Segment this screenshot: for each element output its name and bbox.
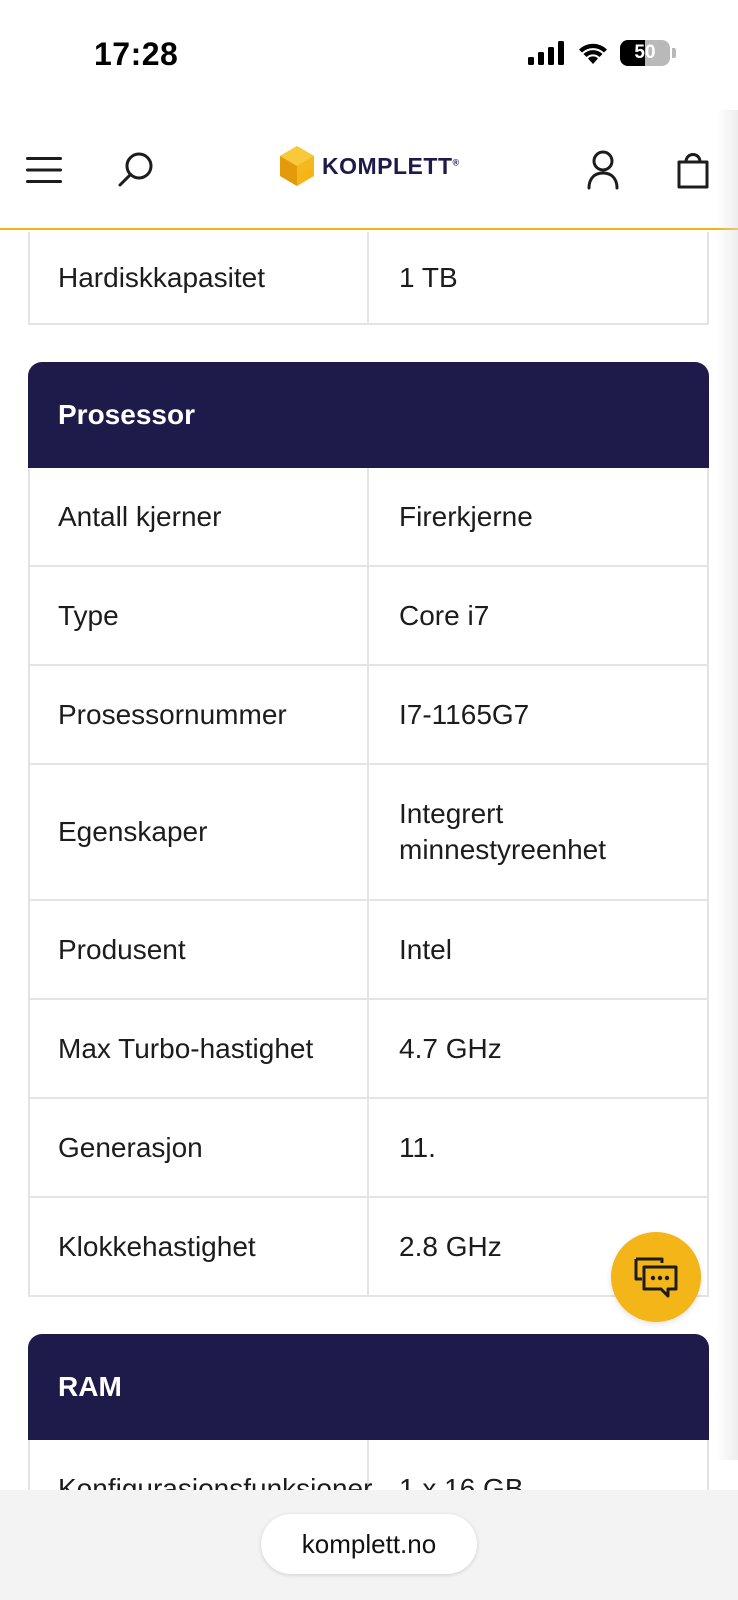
spec-value: Intel: [399, 933, 452, 965]
spec-value: Firerkjerne: [399, 500, 533, 532]
account-button[interactable]: [573, 140, 633, 200]
komplett-logo-mark: [280, 146, 314, 186]
shopping-bag-icon: [677, 153, 709, 189]
wifi-icon: [579, 43, 607, 64]
search-button[interactable]: [106, 140, 166, 200]
status-time: 17:28: [94, 36, 179, 72]
spec-label: Generasjon: [30, 1099, 369, 1196]
search-icon: [118, 152, 153, 187]
cellular-signal-icon: [528, 41, 564, 65]
battery-tip: [672, 48, 676, 58]
spec-label: Type: [30, 567, 369, 664]
spec-label: Antall kjerner: [30, 468, 369, 565]
spec-value: I7-1165G7: [399, 698, 530, 730]
user-icon: [587, 150, 619, 190]
spec-label: Klokkehastighet: [30, 1198, 369, 1295]
spec-label: Max Turbo-hastighet: [30, 1000, 369, 1097]
spec-value: 4.7 GHz: [399, 1032, 502, 1064]
spec-row: Klokkehastighet 2.8 GHz: [28, 1198, 709, 1297]
spec-row: Produsent Intel: [28, 901, 709, 1000]
spec-label: Egenskaper: [30, 765, 369, 899]
battery-indicator: 50: [620, 40, 670, 66]
spec-row: Egenskaper Integrert minnestyreenhet: [28, 765, 709, 901]
spec-label: Hardiskkapasitet: [30, 232, 369, 323]
brand-name: KOMPLETT®: [322, 152, 460, 179]
spec-row-storage: Hardiskkapasitet 1 TB: [28, 232, 709, 325]
status-icons: 50: [528, 40, 676, 66]
section-title: RAM: [58, 1371, 122, 1402]
spec-row: Prosessornummer I7-1165G7: [28, 666, 709, 765]
spec-value: 1 TB: [399, 261, 458, 293]
battery-level: 50: [634, 42, 656, 63]
section-header-processor: Prosessor: [28, 362, 709, 468]
spec-label: Prosessornummer: [30, 666, 369, 763]
spec-row: Type Core i7: [28, 567, 709, 666]
komplett-logo[interactable]: KOMPLETT®: [280, 146, 460, 186]
spec-row: Generasjon 11.: [28, 1099, 709, 1198]
spec-row: Antall kjerner Firerkjerne: [28, 468, 709, 567]
spec-label: Konfigurasjonsfunksjoner: [30, 1440, 372, 1490]
site-header: KOMPLETT®: [0, 110, 738, 230]
spec-value: Core i7: [399, 599, 490, 631]
cart-button[interactable]: [663, 140, 723, 200]
section-title: Prosessor: [58, 399, 195, 430]
spec-row: Max Turbo-hastighet 4.7 GHz: [28, 1000, 709, 1099]
spec-label: Produsent: [30, 901, 369, 998]
spec-row: Konfigurasjonsfunksjoner 1 x 16 GB: [28, 1440, 709, 1490]
menu-icon: [26, 157, 62, 183]
spec-value: 11.: [399, 1131, 436, 1163]
address-bar[interactable]: komplett.no: [261, 1514, 477, 1574]
spec-value: 1 x 16 GB: [399, 1472, 524, 1491]
menu-button[interactable]: [14, 140, 74, 200]
chat-button[interactable]: [611, 1232, 701, 1322]
chat-bubbles-icon: [634, 1257, 678, 1298]
browser-bottom-bar: komplett.no: [0, 1490, 738, 1600]
spec-value: Integrert minnestyreenhet: [399, 798, 607, 865]
section-header-ram: RAM: [28, 1334, 709, 1440]
status-bar: 17:28 50: [0, 0, 738, 110]
